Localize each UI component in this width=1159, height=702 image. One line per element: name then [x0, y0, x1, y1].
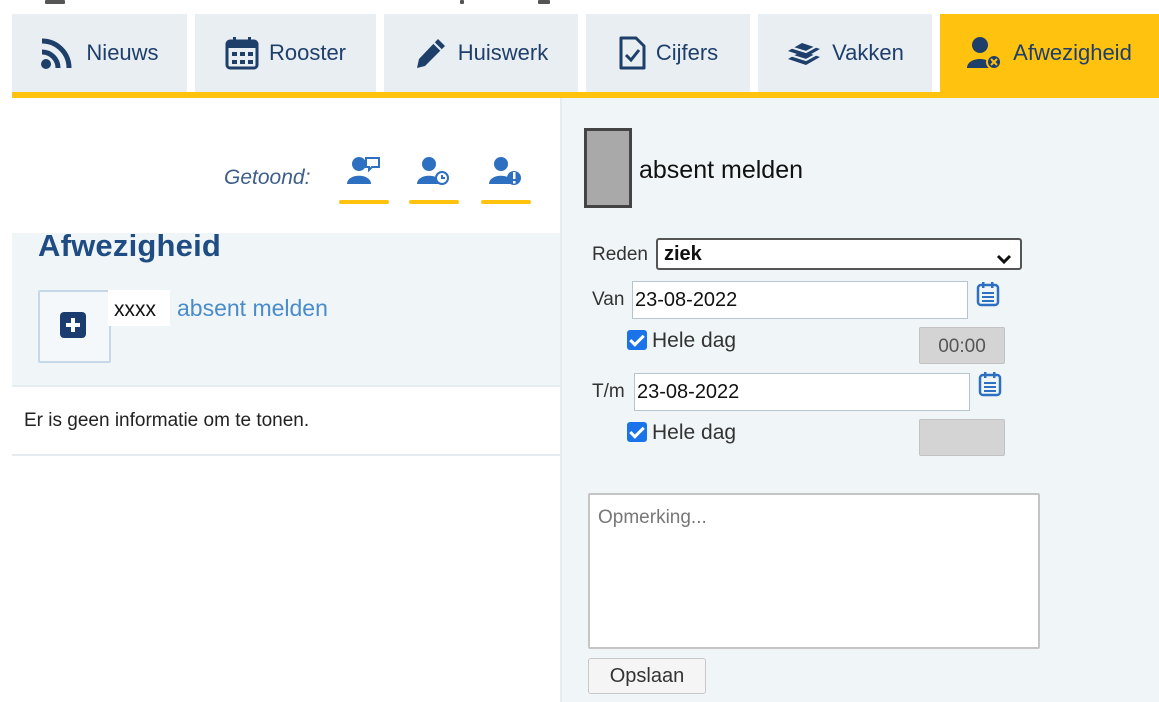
from-time-input: 00:00	[919, 327, 1005, 364]
chevron-down-icon	[996, 248, 1012, 271]
from-date-input[interactable]: 23-08-2022	[632, 281, 968, 319]
absence-list-panel: Getoond: Afwezigheid xxxx absent melden …	[12, 98, 562, 702]
tab-label: Huiswerk	[457, 40, 549, 65]
filter-active-bar	[339, 200, 389, 204]
add-absence-button[interactable]	[38, 290, 111, 363]
from-date-value: 23-08-2022	[635, 289, 738, 311]
user-info-icon	[489, 156, 523, 191]
filter-info[interactable]	[481, 156, 531, 204]
to-date-input[interactable]: 23-08-2022	[634, 373, 970, 411]
save-button[interactable]: Opslaan	[588, 658, 706, 694]
tab-label: Vakken	[832, 40, 904, 65]
report-absent-link[interactable]: absent melden	[177, 295, 328, 322]
to-date-value: 23-08-2022	[637, 381, 740, 403]
student-name: xxxx	[108, 290, 170, 326]
tab-label: Rooster	[268, 40, 347, 65]
to-time-input	[919, 419, 1005, 456]
to-whole-day-label: Hele dag	[652, 421, 737, 444]
rss-icon	[40, 36, 76, 70]
filter-comments[interactable]	[339, 156, 389, 204]
main-tab-bar: Nieuws Rooster Huiswerk Cijfers Vakken A…	[12, 14, 1159, 94]
user-clock-icon	[417, 156, 451, 191]
tab-afwezigheid[interactable]: Afwezigheid	[940, 14, 1159, 92]
cropped-text-fragment	[45, 0, 65, 4]
tab-label: Nieuws	[86, 40, 159, 65]
to-date-picker-button[interactable]	[978, 371, 1004, 397]
books-icon	[786, 37, 822, 69]
reason-label: Reden	[592, 244, 648, 265]
from-whole-day-checkbox[interactable]	[627, 330, 647, 350]
page-title: Afwezigheid	[38, 228, 222, 263]
calendar-icon	[978, 372, 1002, 401]
absence-form-panel: absent melden Reden ziek Van 23-08-2022 …	[562, 98, 1159, 702]
tab-vakken[interactable]: Vakken	[758, 14, 932, 92]
to-label: T/m	[592, 381, 625, 402]
shown-filter-label: Getoond:	[224, 166, 311, 189]
remark-textarea[interactable]	[588, 493, 1040, 649]
from-whole-day-label: Hele dag	[652, 329, 737, 352]
cropped-text-fragment	[460, 0, 464, 4]
from-label: Van	[592, 289, 625, 310]
empty-state-message: Er is geen informatie om te tonen.	[24, 410, 310, 431]
student-photo	[584, 128, 632, 208]
tab-nieuws[interactable]: Nieuws	[12, 14, 187, 92]
pencil-icon	[414, 36, 448, 70]
filter-late[interactable]	[409, 156, 459, 204]
top-cropped-strip	[0, 0, 1159, 14]
tab-huiswerk[interactable]: Huiswerk	[384, 14, 578, 92]
tab-rooster[interactable]: Rooster	[195, 14, 376, 92]
tab-label: Cijfers	[655, 40, 719, 65]
from-time-value: 00:00	[938, 336, 986, 357]
cropped-text-fragment	[538, 0, 550, 4]
from-date-picker-button[interactable]	[976, 281, 1002, 307]
user-comment-icon	[347, 156, 381, 191]
plus-icon	[60, 312, 86, 338]
to-whole-day-checkbox[interactable]	[627, 422, 647, 442]
reason-selected-value: ziek	[664, 243, 702, 265]
filter-active-bar	[481, 200, 531, 204]
document-check-icon	[618, 36, 646, 70]
user-absent-icon	[967, 36, 1003, 70]
tab-cijfers[interactable]: Cijfers	[586, 14, 750, 92]
tab-label: Afwezigheid	[1013, 40, 1132, 65]
calendar-icon	[225, 36, 259, 70]
filter-active-bar	[409, 200, 459, 204]
reason-select[interactable]: ziek	[656, 238, 1022, 270]
form-title: absent melden	[639, 156, 804, 184]
divider	[12, 454, 562, 456]
divider	[12, 385, 562, 387]
calendar-icon	[976, 282, 1000, 311]
